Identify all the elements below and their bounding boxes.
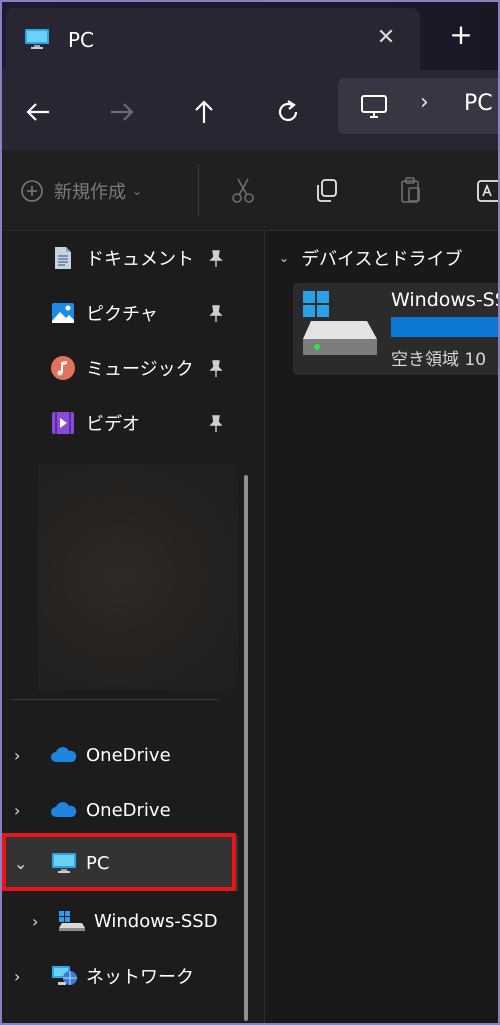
new-button-label: 新規作成 bbox=[54, 182, 126, 203]
address-bar[interactable]: › PC bbox=[338, 78, 498, 134]
paste-icon[interactable] bbox=[396, 176, 426, 206]
command-bar: 新規作成 ⌄ bbox=[2, 150, 498, 231]
content-pane: ⌄ デバイスとドライブ Windows-SSD 空き領域 10 bbox=[265, 231, 498, 1023]
network-icon bbox=[52, 966, 77, 985]
breadcrumb-separator: › bbox=[420, 90, 429, 115]
sidebar-item-videos[interactable]: ビデオ bbox=[50, 405, 140, 441]
sidebar-divider bbox=[10, 699, 218, 700]
music-icon bbox=[51, 356, 75, 380]
sidebar-item-label: ミュージック bbox=[86, 359, 194, 380]
forward-button[interactable] bbox=[104, 94, 140, 130]
sidebar-item-label: OneDrive bbox=[86, 744, 171, 766]
pin-icon[interactable] bbox=[208, 415, 224, 433]
title-bar: PC ✕ + bbox=[2, 2, 498, 70]
sidebar-item-onedrive-1[interactable]: › OneDrive bbox=[14, 733, 171, 777]
up-button[interactable] bbox=[186, 94, 222, 130]
onedrive-icon bbox=[51, 747, 77, 762]
chevron-right-icon[interactable]: › bbox=[32, 912, 54, 931]
arrow-up-icon bbox=[195, 100, 213, 123]
monitor-icon bbox=[361, 95, 387, 118]
chevron-down-icon[interactable]: ⌄ bbox=[279, 251, 289, 265]
blurred-region bbox=[38, 464, 238, 690]
cut-icon[interactable] bbox=[228, 176, 258, 206]
group-title: デバイスとドライブ bbox=[301, 249, 463, 270]
new-tab-button[interactable]: + bbox=[446, 20, 476, 50]
navigation-bar: › PC bbox=[2, 70, 498, 150]
monitor-icon bbox=[25, 29, 49, 49]
pin-icon[interactable] bbox=[208, 250, 224, 268]
sidebar-item-music[interactable]: ミュージック bbox=[50, 350, 194, 386]
toolbar-divider bbox=[198, 164, 199, 216]
drive-free-space: 空き領域 10 bbox=[391, 350, 487, 370]
sidebar-item-label: ビデオ bbox=[86, 414, 140, 435]
sidebar-item-label: ピクチャ bbox=[86, 304, 158, 325]
plus-circle-icon bbox=[21, 180, 43, 202]
chevron-right-icon[interactable]: › bbox=[14, 746, 36, 765]
back-button[interactable] bbox=[20, 94, 56, 130]
sidebar-item-onedrive-2[interactable]: › OneDrive bbox=[14, 788, 171, 832]
sidebar-item-label: ネットワーク bbox=[86, 967, 194, 988]
sidebar-item-windows-ssd[interactable]: › Windows-SSD bbox=[32, 899, 218, 943]
chevron-down-icon: ⌄ bbox=[132, 184, 143, 198]
new-button[interactable]: 新規作成 ⌄ bbox=[20, 178, 142, 204]
video-icon bbox=[52, 412, 74, 434]
sidebar-item-pictures[interactable]: ピクチャ bbox=[50, 295, 158, 331]
drive-usage-fill bbox=[391, 317, 498, 337]
sidebar-item-label: OneDrive bbox=[86, 799, 171, 821]
highlight-box bbox=[2, 833, 236, 891]
close-tab-button[interactable]: ✕ bbox=[372, 24, 400, 52]
drive-icon bbox=[303, 291, 377, 355]
drive-tile-windows-ssd[interactable]: Windows-SSD 空き領域 10 bbox=[293, 283, 498, 375]
refresh-icon bbox=[278, 100, 298, 122]
tab-pc[interactable]: PC ✕ bbox=[6, 8, 420, 70]
pictures-icon bbox=[52, 303, 74, 323]
chevron-right-icon[interactable]: › bbox=[14, 801, 36, 820]
document-icon bbox=[55, 247, 71, 269]
sidebar-item-documents[interactable]: ドキュメント bbox=[50, 240, 194, 276]
tab-title: PC bbox=[68, 28, 95, 52]
refresh-button[interactable] bbox=[270, 94, 306, 130]
chevron-right-icon[interactable]: › bbox=[14, 967, 36, 986]
copy-icon[interactable] bbox=[312, 176, 342, 206]
navigation-pane: ドキュメント ピクチャ ミュージック ビデオ › OneDrive › OneD… bbox=[2, 231, 264, 1023]
drive-name: Windows-SSD bbox=[391, 289, 498, 311]
arrow-right-icon bbox=[111, 103, 134, 121]
sidebar-item-network[interactable]: › ネットワーク bbox=[14, 954, 194, 998]
drive-icon bbox=[59, 911, 85, 931]
sidebar-scrollbar[interactable] bbox=[244, 475, 248, 1021]
pin-icon[interactable] bbox=[208, 305, 224, 323]
sidebar-item-label: ドキュメント bbox=[86, 249, 194, 270]
onedrive-icon bbox=[51, 802, 77, 817]
sidebar-item-label: Windows-SSD bbox=[94, 910, 218, 932]
drive-usage-bar bbox=[391, 317, 498, 337]
rename-icon[interactable] bbox=[476, 176, 498, 206]
breadcrumb-pc[interactable]: PC bbox=[464, 91, 493, 116]
group-header-devices[interactable]: ⌄ デバイスとドライブ bbox=[279, 245, 463, 271]
file-explorer-window: PC ✕ + › PC 新規作成 ⌄ ドキュメント ピクチャ ミュージック ビデ… bbox=[2, 2, 498, 1023]
pin-icon[interactable] bbox=[208, 360, 224, 378]
arrow-left-icon bbox=[26, 103, 49, 121]
